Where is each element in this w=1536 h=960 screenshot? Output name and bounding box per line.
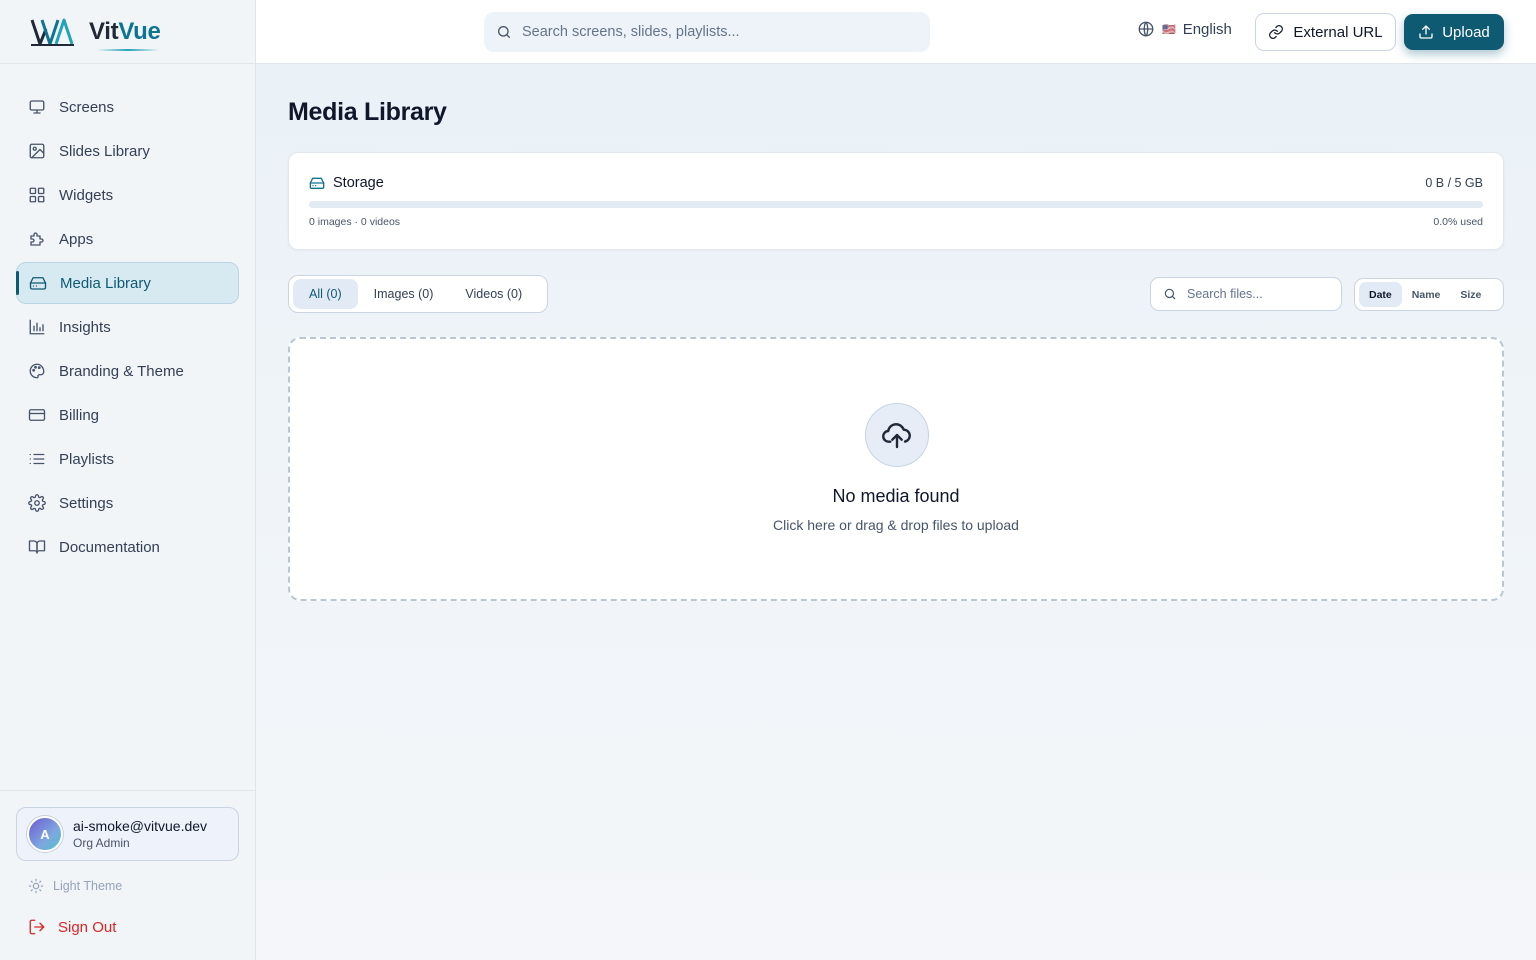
puzzle-icon [30,232,44,246]
storage-progress-bar [309,201,1483,208]
topbar: Search screens, slides, playlists... 🇺🇸 … [256,0,1536,64]
upload-icon [1419,25,1433,39]
tab-videos[interactable]: Videos (0) [449,279,538,309]
hard-drive-icon [29,277,47,290]
empty-state-title: No media found [832,486,960,506]
sidebar-item-label: Settings [59,494,114,512]
theme-toggle[interactable]: Light Theme [16,875,239,897]
sidebar-item-screens[interactable]: Screens [16,86,239,128]
sidebar-item-documentation[interactable]: Documentation [16,526,239,568]
storage-header: Storage [309,175,384,191]
upload-dropzone[interactable]: No media found Click here or drag & drop… [288,337,1504,601]
book-icon [28,540,46,554]
sidebar-item-label: Insights [59,318,111,336]
sidebar-item-widgets[interactable]: Widgets [16,174,239,216]
sidebar-item-label: Apps [59,230,94,248]
list-icon [29,453,45,465]
global-search-input[interactable]: Search screens, slides, playlists... [484,12,930,52]
storage-counts: 0 images · 0 videos [309,216,401,228]
empty-state-subtitle: Click here or drag & drop files to uploa… [773,517,1019,533]
file-search-input[interactable]: Search files... [1150,277,1342,311]
sidebar-item-label: Widgets [59,186,114,204]
hard-drive-icon [309,177,325,189]
tab-all[interactable]: All (0) [293,279,358,309]
link-icon [1269,25,1284,39]
credit-card-icon [28,409,46,421]
search-icon [1164,288,1176,300]
image-icon [29,143,45,159]
sidebar-item-label: Playlists [59,450,115,468]
sidebar-item-label: Documentation [59,538,160,556]
sort-date[interactable]: Date [1359,282,1402,307]
sort-toggle: Date Name Size [1354,278,1504,311]
language-label: English [1182,20,1232,38]
palette-icon [29,363,45,379]
page-title: Media Library [288,98,447,126]
sidebar-item-apps[interactable]: Apps [16,218,239,260]
upload-button[interactable]: Upload [1404,14,1504,50]
sidebar-item-label: Slides Library [59,142,150,160]
avatar: A [27,816,63,852]
external-url-label: External URL [1293,23,1383,41]
storage-percent: 0.0% used [1433,216,1483,228]
language-selector[interactable]: 🇺🇸 English [1137,20,1232,38]
gear-icon [28,494,46,512]
globe-icon [1138,21,1154,37]
sidebar-item-label: Branding & Theme [59,362,184,380]
sidebar-item-branding-theme[interactable]: Branding & Theme [16,350,239,392]
sort-name[interactable]: Name [1402,282,1451,307]
sign-out-button[interactable]: Sign Out [16,916,239,938]
user-role: Org Admin [73,836,130,850]
sidebar-item-slides-library[interactable]: Slides Library [16,130,239,172]
external-url-button[interactable]: External URL [1255,13,1396,51]
sidebar: VitVue Screens Slides Library Widgets Ap… [0,0,256,960]
grid-icon [29,187,45,203]
upload-circle [865,403,929,467]
sidebar-item-label: Screens [59,98,115,116]
sidebar-item-playlists[interactable]: Playlists [16,438,239,480]
sign-out-label: Sign Out [58,918,117,936]
sort-size[interactable]: Size [1450,282,1491,307]
theme-toggle-label: Light Theme [53,879,123,893]
sidebar-footer: A ai-smoke@vitvue.dev Org Admin Light Th… [0,790,255,960]
tab-images[interactable]: Images (0) [358,279,450,309]
file-search-placeholder: Search files... [1187,287,1263,301]
bar-chart-icon [29,319,45,335]
user-card[interactable]: A ai-smoke@vitvue.dev Org Admin [16,807,239,861]
us-flag-icon: 🇺🇸 [1162,23,1176,36]
vitvue-logo-icon [30,18,74,46]
sidebar-item-insights[interactable]: Insights [16,306,239,348]
sidebar-item-settings[interactable]: Settings [16,482,239,524]
user-email: ai-smoke@vitvue.dev [73,818,208,834]
search-icon [498,26,510,38]
media-type-filter: All (0) Images (0) Videos (0) [288,275,548,313]
storage-label: Storage [333,175,384,191]
storage-card: Storage 0 B / 5 GB 0 images · 0 videos 0… [288,152,1504,250]
sidebar-item-media-library[interactable]: Media Library [16,262,239,304]
log-out-icon [29,919,45,935]
upload-label: Upload [1442,23,1490,41]
brand[interactable]: VitVue [0,0,255,64]
cloud-upload-icon [882,423,911,449]
sidebar-item-billing[interactable]: Billing [16,394,239,436]
brand-name: VitVue [89,17,161,51]
sidebar-nav: Screens Slides Library Widgets Apps Medi… [0,64,255,568]
global-search-placeholder: Search screens, slides, playlists... [522,24,740,40]
sidebar-item-label: Billing [59,406,100,424]
sidebar-item-label: Media Library [60,274,151,292]
main-content: Media Library Storage 0 B / 5 GB 0 image… [256,64,1536,960]
storage-usage: 0 B / 5 GB [1425,176,1483,190]
sun-icon [28,878,44,894]
monitor-icon [29,100,45,114]
